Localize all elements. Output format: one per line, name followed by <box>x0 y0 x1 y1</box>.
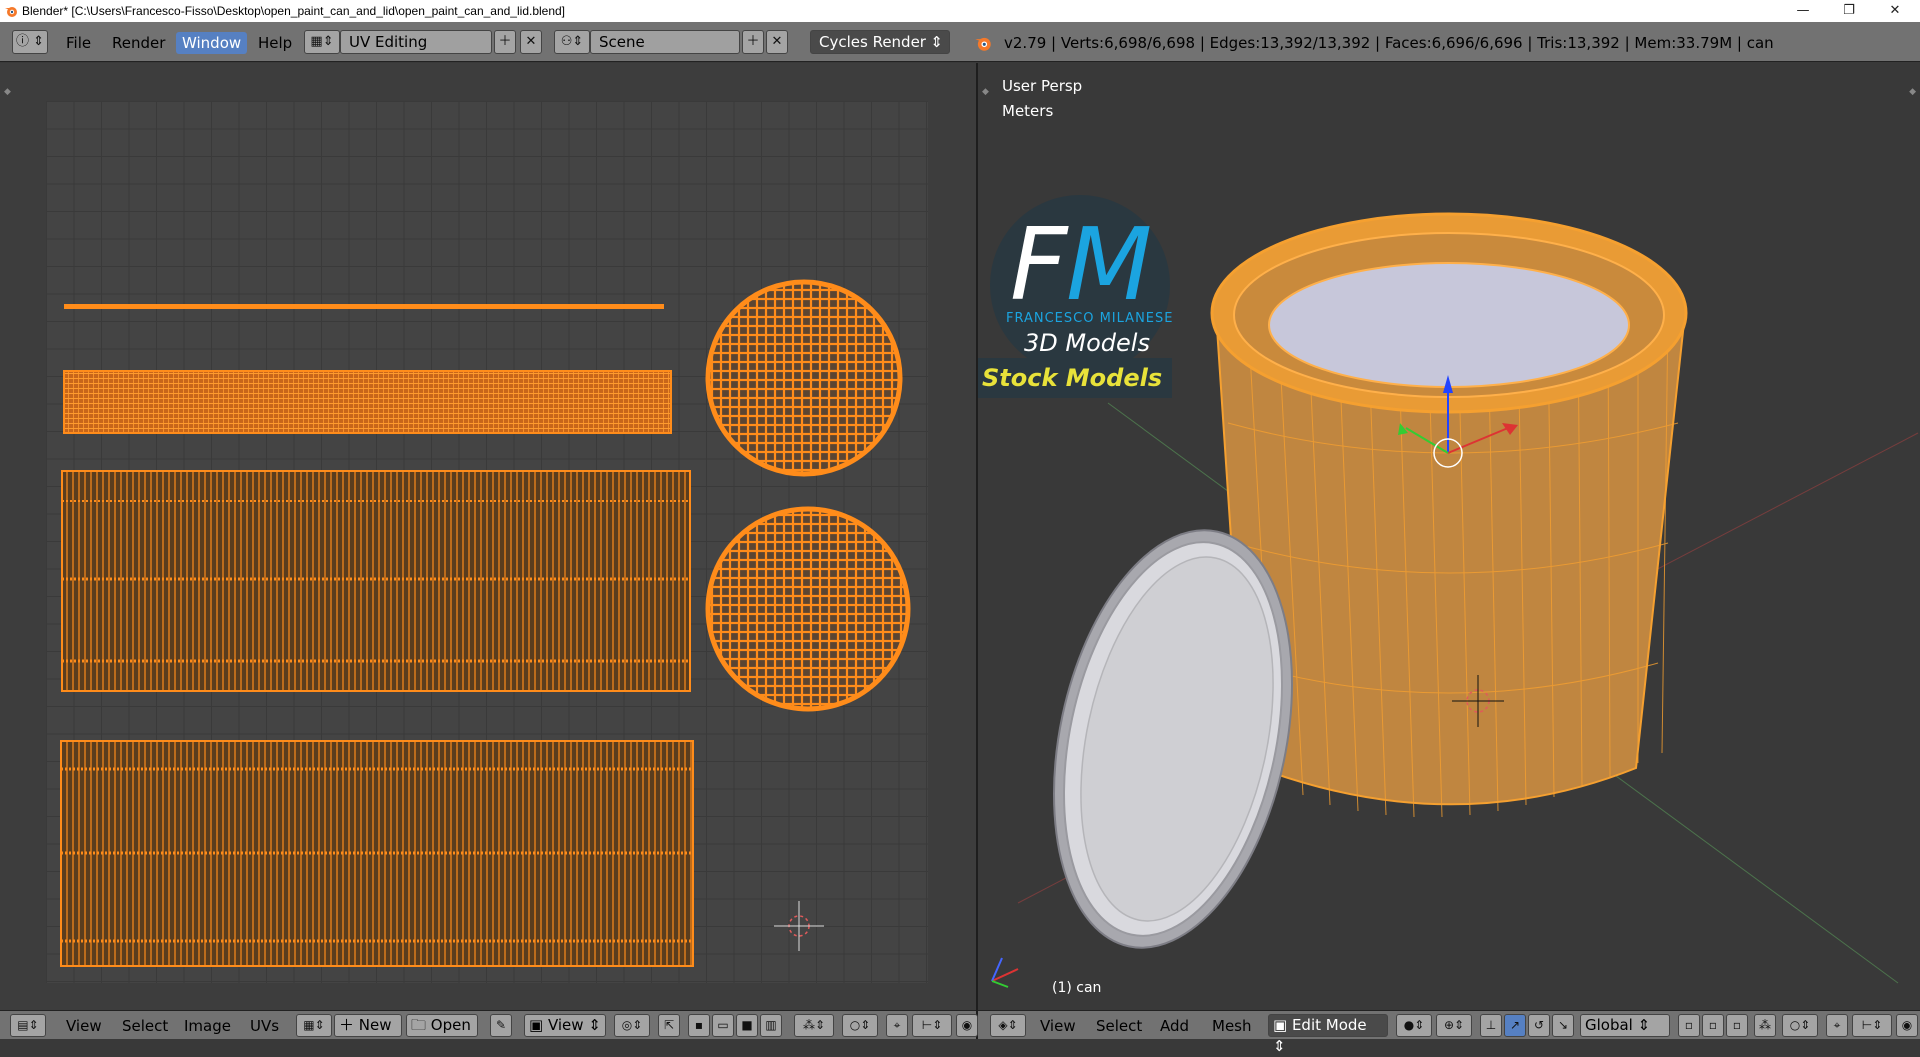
snap-icon[interactable]: ⌖ <box>886 1014 908 1037</box>
layout-selector[interactable]: UV Editing <box>340 30 492 54</box>
uv-island-dense-strip[interactable] <box>63 370 672 434</box>
vp-render-icon[interactable]: ◉ <box>1896 1014 1918 1037</box>
proportional-edit-icon[interactable]: ○⇕ <box>842 1014 878 1037</box>
scene-statistics: v2.79 | Verts:6,698/6,698 | Edges:13,392… <box>1004 34 1774 52</box>
uv-island-side-2[interactable] <box>60 740 694 967</box>
uv-view-mode-label: View <box>547 1016 584 1034</box>
uv-island-circle-bottom[interactable] <box>705 506 911 712</box>
pivot-point-icon[interactable]: ⊕⇕ <box>1436 1014 1472 1037</box>
window-titlebar: Blender* [C:\Users\Francesco-Fisso\Deskt… <box>0 0 1920 22</box>
menu-window[interactable]: Window <box>176 32 248 54</box>
minimize-button[interactable]: — <box>1780 0 1826 22</box>
orientation-label: Global <box>1585 1016 1633 1034</box>
active-object-label: (1) can <box>1052 980 1102 996</box>
uv-editor-header: ▤⇕ View Select Image UVs ▦⇕ ＋ New 🗀 Open… <box>0 1010 978 1039</box>
menu-render[interactable]: Render <box>112 32 165 54</box>
translate-manipulator-icon[interactable]: ↗ <box>1504 1014 1526 1037</box>
menu-help[interactable]: Help <box>258 32 292 54</box>
uv-island-thin-strip[interactable] <box>64 304 664 309</box>
open-image-label: Open <box>430 1016 471 1034</box>
sticky-mode-icon[interactable]: ⁂⇕ <box>794 1014 834 1037</box>
island-select-icon[interactable]: ▥ <box>760 1014 782 1037</box>
vp-menu-select[interactable]: Select <box>1096 1015 1142 1037</box>
layer-2-icon[interactable]: ▫ <box>1702 1014 1724 1037</box>
image-icon: ▣ <box>529 1016 548 1034</box>
snap-element-icon[interactable]: ⊢⇕ <box>912 1014 952 1037</box>
transform-orientation-selector[interactable]: Global ⇕ <box>1580 1014 1670 1037</box>
uv-menu-select[interactable]: Select <box>122 1015 168 1037</box>
layer-1-icon[interactable]: ▫ <box>1678 1014 1700 1037</box>
editor-type-3d-icon[interactable]: ◈⇕ <box>990 1014 1026 1037</box>
layout-icon[interactable]: ▦⇕ <box>304 30 340 54</box>
uv-menu-uvs[interactable]: UVs <box>250 1015 279 1037</box>
render-engine-selector[interactable]: Cycles Render ⇕ <box>810 30 950 54</box>
logo-letter-m: M <box>1066 206 1153 323</box>
restore-button[interactable]: ❐ <box>1826 0 1872 22</box>
vp-menu-view[interactable]: View <box>1040 1015 1076 1037</box>
window-title: Blender* [C:\Users\Francesco-Fisso\Deskt… <box>22 4 566 18</box>
render-engine-label: Cycles Render <box>819 33 926 51</box>
blender-app-icon <box>5 7 17 17</box>
logo-letter-f: F <box>1010 206 1068 323</box>
folder-icon: 🗀 <box>411 1016 431 1034</box>
region-toggle-icon[interactable]: ◆ <box>4 87 11 97</box>
scale-manipulator-icon[interactable]: ↘ <box>1552 1014 1574 1037</box>
add-layout-icon[interactable]: ＋ <box>494 30 516 54</box>
new-image-label: New <box>358 1016 392 1034</box>
close-window-button[interactable]: ✕ <box>1872 0 1918 22</box>
scene-selector[interactable]: Scene <box>590 30 740 54</box>
stock-models-banner: Stock Models <box>978 358 1172 398</box>
edge-select-icon[interactable]: ▭ <box>712 1014 734 1037</box>
delete-layout-icon[interactable]: ✕ <box>520 30 542 54</box>
uv-menu-image[interactable]: Image <box>184 1015 231 1037</box>
scene-icon[interactable]: ⚇⇕ <box>554 30 590 54</box>
view-axis-widget-icon <box>991 957 1019 988</box>
uv-render-icon[interactable]: ◉ <box>956 1014 978 1037</box>
blender-logo-icon <box>975 37 991 51</box>
uv-menu-view[interactable]: View <box>66 1015 102 1037</box>
3d-viewport[interactable]: ◆ ◆ User Persp Meters F M FRANCESCO MILA… <box>978 63 1920 1010</box>
image-browse-icon[interactable]: ▦⇕ <box>296 1014 332 1037</box>
limit-selection-icon[interactable]: ⁂ <box>1754 1014 1776 1037</box>
uv-island-circle-top[interactable] <box>705 279 903 477</box>
uv-grid[interactable] <box>46 101 928 983</box>
vertex-select-icon[interactable]: ▪ <box>688 1014 710 1037</box>
viewport-header: ◈⇕ View Select Add Mesh ▣ Edit Mode ⇕ ●⇕… <box>978 1010 1920 1055</box>
uv-view-mode-selector[interactable]: ▣ View ⇕ <box>524 1014 606 1037</box>
uv-image-editor[interactable]: ◆ <box>0 63 976 1010</box>
face-select-icon[interactable]: ■ <box>736 1014 758 1037</box>
pin-icon[interactable]: ✎ <box>490 1014 512 1037</box>
rotate-manipulator-icon[interactable]: ↺ <box>1528 1014 1550 1037</box>
editor-type-info-icon[interactable]: ⓘ ⇕ <box>12 30 48 54</box>
layer-3-icon[interactable]: ▫ <box>1726 1014 1748 1037</box>
uv-2d-cursor-icon[interactable] <box>774 901 824 951</box>
editor-type-uv-icon[interactable]: ▤⇕ <box>10 1014 46 1037</box>
vp-menu-mesh[interactable]: Mesh <box>1212 1015 1252 1037</box>
manipulator-toggle-icon[interactable]: ⊥ <box>1480 1014 1502 1037</box>
edit-mode-icon: ▣ <box>1273 1016 1292 1034</box>
logo-name: FRANCESCO MILANESE <box>1006 311 1174 326</box>
info-header: ⓘ ⇕ File Render Window Help ▦⇕ UV Editin… <box>0 22 1920 62</box>
vp-snap-icon[interactable]: ⌖ <box>1826 1014 1848 1037</box>
mode-label: Edit Mode <box>1291 1016 1367 1034</box>
dropdown-arrows-icon: ⇕ <box>930 33 943 51</box>
pivot-icon[interactable]: ◎⇕ <box>614 1014 650 1037</box>
vp-menu-add[interactable]: Add <box>1160 1015 1189 1037</box>
vp-proportional-edit-icon[interactable]: ○⇕ <box>1782 1014 1818 1037</box>
vp-snap-element-icon[interactable]: ⊢⇕ <box>1852 1014 1892 1037</box>
logo-tagline: 3D Models <box>1024 329 1150 357</box>
francesco-milanese-logo: F M FRANCESCO MILANESE 3D Models <box>978 105 1206 375</box>
plus-icon: ＋ <box>339 1016 359 1034</box>
menu-file[interactable]: File <box>66 32 91 54</box>
stock-models-label: Stock Models <box>982 364 1163 392</box>
open-image-button[interactable]: 🗀 Open <box>406 1014 478 1037</box>
add-scene-icon[interactable]: ＋ <box>742 30 764 54</box>
viewport-shading-icon[interactable]: ●⇕ <box>1396 1014 1432 1037</box>
uv-islands[interactable] <box>46 101 928 983</box>
new-image-button[interactable]: ＋ New <box>334 1014 402 1037</box>
sync-selection-icon[interactable]: ⇱ <box>658 1014 680 1037</box>
mode-selector[interactable]: ▣ Edit Mode ⇕ <box>1268 1014 1388 1055</box>
uv-island-side-1[interactable] <box>61 470 691 692</box>
delete-scene-icon[interactable]: ✕ <box>766 30 788 54</box>
